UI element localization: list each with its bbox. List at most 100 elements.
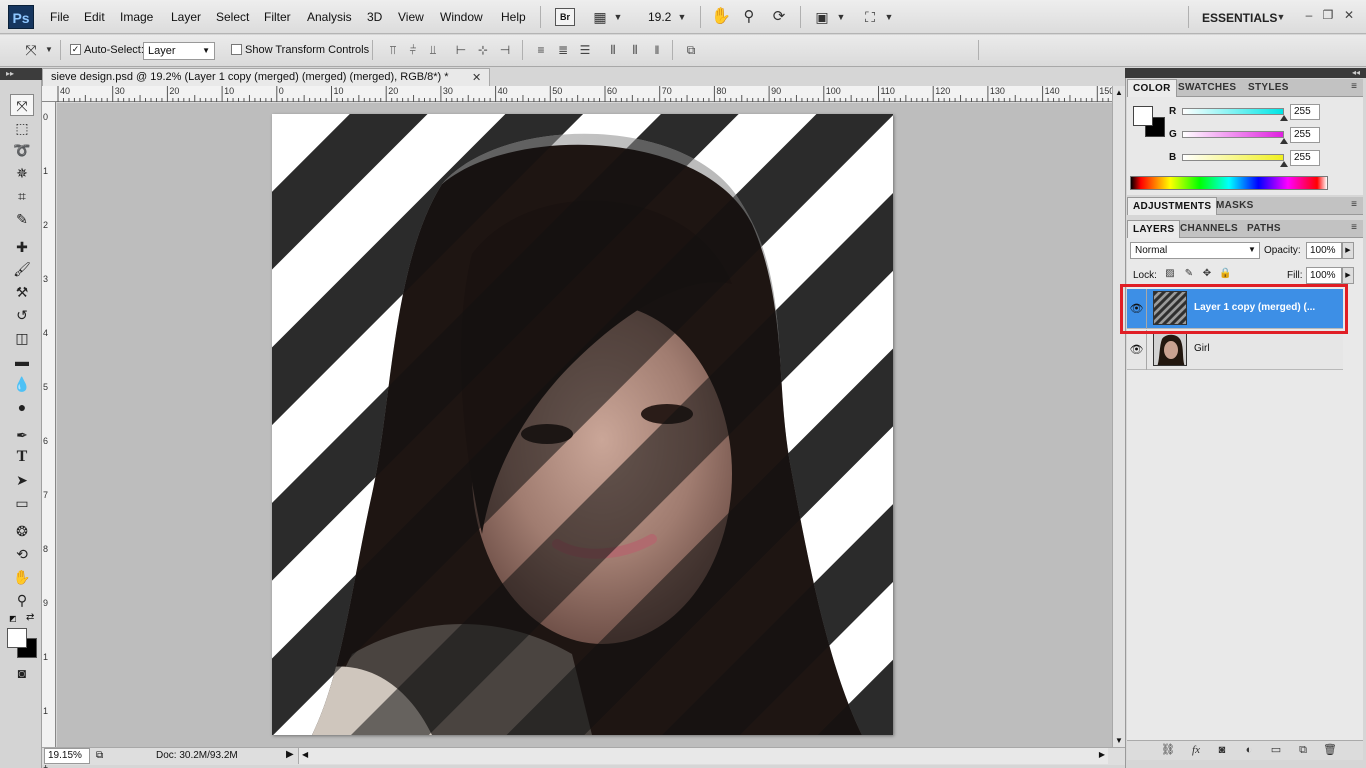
rotate-view-icon[interactable]: ⟳ — [768, 7, 790, 27]
blur-tool-icon[interactable]: 💧 — [10, 373, 34, 395]
default-colors-icon[interactable]: ◩ — [9, 614, 19, 624]
tab-channels[interactable]: CHANNELS — [1175, 220, 1243, 238]
vertical-scrollbar[interactable]: ▲ ▼ — [1112, 86, 1125, 747]
minimize-button[interactable]: – — [1302, 8, 1316, 22]
scroll-up-icon[interactable]: ▲ — [1115, 88, 1123, 97]
slider-b[interactable] — [1182, 154, 1284, 161]
distribute-hcenter-icon[interactable]: ⦀ — [626, 41, 644, 59]
screen-mode-icon[interactable]: ⛶ — [860, 7, 880, 27]
gradient-tool-icon[interactable]: ▬ — [10, 350, 34, 372]
close-button[interactable]: ✕ — [1342, 8, 1356, 22]
tab-adjustments[interactable]: ADJUSTMENTS — [1127, 197, 1218, 215]
auto-select-dropdown[interactable]: Layer ▼ — [143, 42, 215, 60]
opacity-field[interactable]: 100% — [1306, 242, 1342, 259]
blend-mode-dropdown[interactable]: Normal — [1130, 242, 1260, 259]
document-tab[interactable]: sieve design.psd @ 19.2% (Layer 1 copy (… — [42, 68, 490, 86]
foreground-color-swatch[interactable] — [7, 628, 27, 648]
channel-value-r[interactable]: 255 — [1290, 104, 1320, 120]
document-image[interactable] — [272, 114, 893, 735]
menu-analysis[interactable]: Analysis — [307, 10, 352, 24]
brush-tool-icon[interactable]: 🖌 — [10, 258, 34, 280]
eyedropper-tool-icon[interactable]: ✎ — [10, 208, 34, 230]
3d-orbit-tool-icon[interactable]: ⟲ — [10, 543, 34, 565]
lock-position-icon[interactable]: ✥ — [1201, 268, 1213, 280]
pen-tool-icon[interactable]: ✒ — [10, 424, 34, 446]
align-left-edges-icon[interactable]: ⊢ — [452, 41, 470, 59]
auto-select-checkbox[interactable]: ✓ — [70, 44, 81, 55]
tab-swatches[interactable]: SWATCHES — [1173, 79, 1241, 97]
menu-select[interactable]: Select — [216, 10, 249, 24]
clone-stamp-tool-icon[interactable]: ⚒ — [10, 281, 34, 303]
slider-thumb-r[interactable] — [1280, 115, 1288, 121]
blend-chevron-down-icon[interactable]: ▼ — [1248, 245, 1256, 254]
hand-tool-icon[interactable]: ✋ — [710, 7, 732, 27]
preset-chevron-down-icon[interactable]: ▼ — [44, 40, 54, 60]
auto-align-layers-icon[interactable]: ⧉ — [682, 41, 700, 59]
lock-all-icon[interactable]: 🔒 — [1219, 268, 1231, 280]
visibility-eye-icon[interactable]: 👁 — [1127, 289, 1147, 329]
menu-file[interactable]: File — [50, 10, 69, 24]
distribute-right-icon[interactable]: ‖ — [648, 41, 666, 59]
collapse-dock-icon[interactable]: ◂◂ — [1352, 68, 1360, 77]
show-transform-checkbox[interactable] — [231, 44, 242, 55]
path-selection-tool-icon[interactable]: ➤ — [10, 469, 34, 491]
menu-edit[interactable]: Edit — [84, 10, 105, 24]
link-layers-icon[interactable]: ⛓ — [1160, 742, 1176, 758]
layer-row[interactable]: 👁 Girl — [1127, 330, 1343, 370]
distribute-vcenter-icon[interactable]: ≣ — [554, 41, 572, 59]
move-tool-preset-icon[interactable]: ⤧ — [20, 40, 42, 60]
delete-layer-icon[interactable]: 🗑 — [1322, 742, 1338, 758]
layer-name[interactable]: Girl — [1194, 343, 1210, 354]
dodge-tool-icon[interactable]: ● — [10, 396, 34, 418]
rectangle-tool-icon[interactable]: ▭ — [10, 492, 34, 514]
scroll-left-icon[interactable]: ◀ — [302, 750, 308, 759]
preview-icon[interactable]: ⧉ — [96, 750, 103, 761]
new-group-icon[interactable]: ▭ — [1268, 742, 1284, 758]
tab-layers[interactable]: LAYERS — [1127, 220, 1181, 238]
horizontal-ruler[interactable]: 40 30 20 10 0 10 20 30 40 50 60 70 80 90 100 110 120 130 1… — [42, 86, 1114, 102]
view-extras-icon[interactable]: ▦ — [590, 7, 610, 27]
new-layer-icon[interactable]: ⧉ — [1295, 742, 1311, 758]
align-right-edges-icon[interactable]: ⊣ — [496, 41, 514, 59]
workspace-switcher[interactable]: ESSENTIALS — [1202, 11, 1277, 25]
menu-3d[interactable]: 3D — [367, 10, 382, 24]
channel-value-b[interactable]: 255 — [1290, 150, 1320, 166]
distribute-bottom-icon[interactable]: ☰ — [576, 41, 594, 59]
color-spectrum-ramp[interactable] — [1130, 176, 1328, 190]
panel-menu-icon[interactable]: ≡ — [1351, 81, 1357, 92]
restore-button[interactable]: ❐ — [1321, 8, 1335, 22]
align-top-edges-icon[interactable]: ⫪ — [384, 41, 402, 59]
menu-view[interactable]: View — [398, 10, 424, 24]
close-tab-icon[interactable]: ✕ — [472, 71, 481, 84]
lock-transparent-pixels-icon[interactable]: ▨ — [1164, 268, 1176, 280]
dock-grip[interactable] — [1125, 68, 1366, 78]
quick-mask-icon[interactable]: ◙ — [10, 662, 34, 684]
zoom-level-field[interactable]: 19.2 — [648, 10, 671, 24]
tab-color[interactable]: COLOR — [1127, 79, 1177, 97]
history-brush-tool-icon[interactable]: ↺ — [10, 304, 34, 326]
swap-colors-icon[interactable]: ⇄ — [26, 612, 38, 624]
tab-paths[interactable]: PATHS — [1242, 220, 1286, 238]
align-bottom-edges-icon[interactable]: ⫫ — [424, 41, 442, 59]
lock-image-pixels-icon[interactable]: ✎ — [1183, 268, 1195, 280]
visibility-eye-icon[interactable]: 👁 — [1127, 330, 1147, 370]
bridge-button[interactable]: Br — [555, 8, 575, 26]
align-vertical-centers-icon[interactable]: ⫩ — [404, 41, 422, 59]
menu-help[interactable]: Help — [501, 10, 526, 24]
menu-image[interactable]: Image — [120, 10, 153, 24]
channel-value-g[interactable]: 255 — [1290, 127, 1320, 143]
move-tool-icon[interactable]: ⤧ — [10, 94, 34, 116]
fill-slider-arrow-icon[interactable]: ▶ — [1342, 267, 1354, 284]
eraser-tool-icon[interactable]: ◫ — [10, 327, 34, 349]
opacity-slider-arrow-icon[interactable]: ▶ — [1342, 242, 1354, 259]
type-tool-icon[interactable]: T — [10, 446, 34, 468]
layer-name[interactable]: Layer 1 copy (merged) (... — [1194, 302, 1315, 313]
zoom-tool-icon[interactable]: ⚲ — [738, 7, 760, 27]
workspace-chevron-down-icon[interactable]: ▼ — [1275, 7, 1287, 27]
horizontal-scrollbar[interactable]: ◀ ▶ — [298, 748, 1108, 764]
color-panel-foreground-swatch[interactable] — [1133, 106, 1153, 126]
3d-rotate-tool-icon[interactable]: ❂ — [10, 520, 34, 542]
marquee-tool-icon[interactable]: ⬚ — [10, 117, 34, 139]
panel-menu-icon[interactable]: ≡ — [1351, 199, 1357, 210]
distribute-top-icon[interactable]: ≡ — [532, 41, 550, 59]
